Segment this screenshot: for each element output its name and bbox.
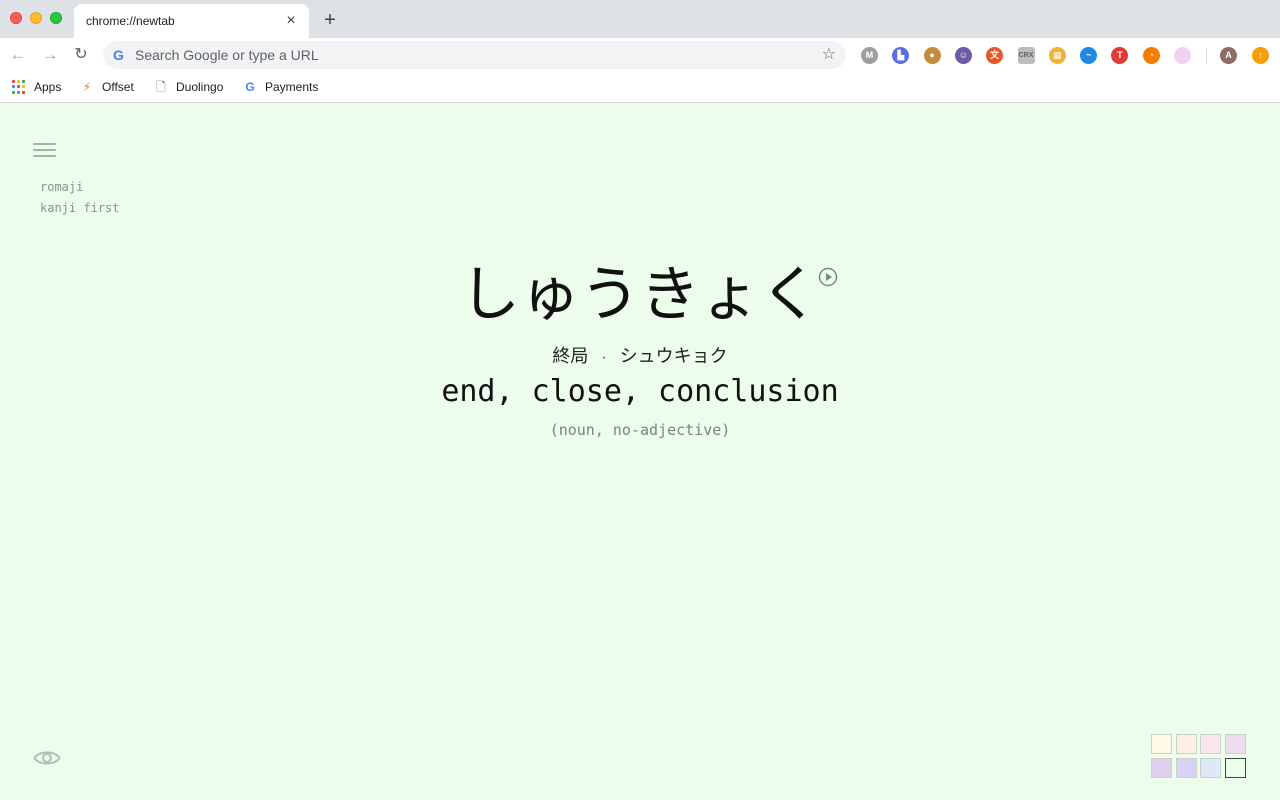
eye-icon[interactable] <box>33 748 61 768</box>
offset-icon: ⚡ <box>82 80 92 94</box>
m-extension-icon[interactable]: M <box>861 47 878 64</box>
bookmark-offset[interactable]: ⚡ Offset <box>80 77 134 97</box>
reading-separator: · <box>602 351 606 365</box>
google-g-icon: G <box>245 80 255 94</box>
bookmark-label: Offset <box>102 80 134 94</box>
theme-swatch[interactable] <box>1175 758 1197 778</box>
word-kana: しゅうきょく <box>460 260 820 330</box>
cookie-extension-icon[interactable]: ● <box>923 47 941 64</box>
rainbow-extension-icon[interactable]: T <box>1111 47 1129 64</box>
page-icon: 🗋 <box>156 80 166 94</box>
back-arrow-icon[interactable]: ← <box>5 42 31 68</box>
menu-icon[interactable] <box>33 141 57 159</box>
face-extension-icon[interactable]: ☺ <box>954 47 972 64</box>
word-katakana: シュウキョク <box>619 346 728 367</box>
forward-arrow-icon[interactable]: → <box>37 42 63 68</box>
grid-extension-icon[interactable]: ▦ <box>1048 47 1066 64</box>
play-audio-icon[interactable] <box>818 267 838 287</box>
kanji-first-toggle[interactable]: kanji first <box>40 201 119 215</box>
window-minimize-button[interactable] <box>30 12 42 24</box>
theme-swatch[interactable] <box>1151 758 1172 778</box>
bookmark-duolingo[interactable]: 🗋 Duolingo <box>154 77 223 97</box>
clock-extension-icon[interactable]: ◔ <box>1142 47 1160 64</box>
bookmark-star-icon[interactable]: ☆ <box>822 46 836 64</box>
reload-icon[interactable]: ↻ <box>68 42 94 68</box>
theme-swatch[interactable] <box>1225 758 1247 778</box>
browser-toolbar: ← → ↻ G ☆ M ▙ ● ☺ 文 CRX ▦ ~ T ◔ A ↑ <box>0 38 1280 72</box>
omnibox[interactable]: G ☆ <box>103 41 846 69</box>
word-meaning: end, close, conclusion <box>441 374 839 409</box>
bookmark-payments[interactable]: G Payments <box>243 77 318 97</box>
pink-dot-extension-icon[interactable] <box>1174 47 1191 64</box>
word-reading: 終局 · シュウキョク <box>340 342 940 368</box>
theme-swatch[interactable] <box>1225 734 1247 754</box>
tab-strip: chrome://newtab × + <box>0 0 1280 38</box>
romaji-toggle[interactable]: romaji <box>40 180 83 194</box>
apps-grid-icon <box>12 80 26 94</box>
tab-close-icon[interactable]: × <box>281 11 301 31</box>
pulse-extension-icon[interactable]: ~ <box>1080 47 1098 64</box>
bookmark-apps[interactable]: Apps <box>12 77 61 97</box>
bookmarks-bar: Apps ⚡ Offset 🗋 Duolingo G Payments <box>0 72 1280 103</box>
window-close-button[interactable] <box>10 12 22 24</box>
translate-extension-icon[interactable]: 文 <box>986 47 1004 64</box>
theme-swatch[interactable] <box>1151 734 1172 754</box>
active-tab[interactable]: chrome://newtab × <box>74 4 309 38</box>
toolbar-divider <box>1206 48 1207 64</box>
new-tab-button[interactable]: + <box>318 9 342 33</box>
bookmark-label: Duolingo <box>176 80 224 94</box>
bookmark-label: Payments <box>265 80 319 94</box>
word-kanji: 終局 <box>552 346 589 367</box>
crx-extension-icon[interactable]: CRX <box>1017 47 1035 64</box>
profile-avatar[interactable]: A <box>1220 47 1237 64</box>
theme-swatch[interactable] <box>1175 734 1197 754</box>
tab-title: chrome://newtab <box>86 14 175 28</box>
window-maximize-button[interactable] <box>50 12 62 24</box>
bookmark-label: Apps <box>34 80 62 94</box>
bars-extension-icon[interactable]: ▙ <box>892 47 910 64</box>
address-input[interactable] <box>135 41 795 69</box>
google-g-icon: G <box>113 47 124 63</box>
theme-swatch[interactable] <box>1200 734 1222 754</box>
part-of-speech: (noun, no-adjective) <box>549 421 731 439</box>
theme-swatch[interactable] <box>1200 758 1222 778</box>
update-icon[interactable]: ↑ <box>1252 47 1269 64</box>
